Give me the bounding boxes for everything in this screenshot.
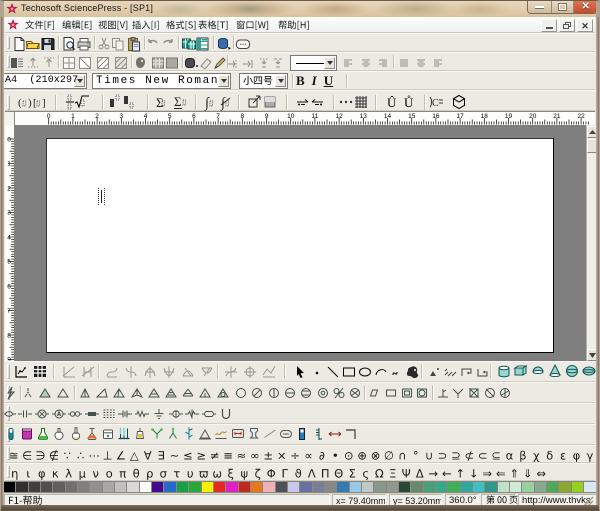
svg-text:2: 2	[95, 113, 99, 120]
svg-text:Ů: Ů	[404, 95, 414, 110]
svg-text:0: 0	[47, 113, 51, 120]
svg-text:Σ: Σ	[156, 95, 164, 110]
svg-text:9: 9	[265, 113, 269, 120]
svg-text:∫: ∫	[204, 96, 210, 111]
svg-text:20: 20	[529, 113, 537, 120]
svg-text:10: 10	[287, 113, 295, 120]
svg-text:22: 22	[577, 113, 585, 120]
svg-text:4: 4	[144, 113, 148, 120]
svg-text:21: 21	[553, 113, 561, 120]
svg-text:14: 14	[384, 113, 392, 120]
svg-text:6: 6	[192, 113, 196, 120]
svg-text:11: 11	[312, 113, 319, 120]
svg-text:18: 18	[481, 113, 489, 120]
svg-text:(: (	[18, 97, 22, 109]
svg-text:15: 15	[408, 113, 416, 120]
svg-text:1: 1	[71, 113, 75, 120]
svg-text:19: 19	[505, 113, 513, 120]
svg-text:]: ]	[42, 97, 46, 109]
svg-text:12: 12	[335, 113, 343, 120]
svg-text:8: 8	[240, 113, 244, 120]
svg-text:16: 16	[432, 113, 440, 120]
svg-text:7: 7	[216, 113, 220, 120]
svg-text:3: 3	[119, 113, 123, 120]
svg-text:Σ: Σ	[174, 94, 182, 109]
svg-text:13: 13	[360, 113, 368, 120]
svg-text:C: C	[432, 98, 439, 109]
svg-text:17: 17	[456, 113, 464, 120]
svg-text:Û: Û	[387, 95, 397, 110]
svg-text:5: 5	[168, 113, 172, 120]
svg-text:[: [	[33, 97, 37, 109]
